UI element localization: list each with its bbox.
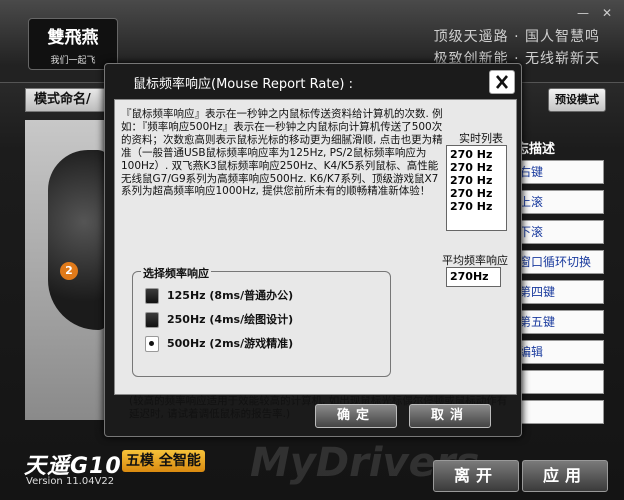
rate-description: 『鼠标频率响应』表示在一秒钟之内鼠标传送资料给计算机的次数. 例如：『频率响应5… xyxy=(121,108,443,198)
function-item-button-5[interactable]: 第五键 xyxy=(514,310,604,334)
leave-button[interactable]: 离开 xyxy=(433,460,519,492)
product-tag: 五模 全智能 xyxy=(122,450,205,472)
version-text: Version 11.04V22 xyxy=(26,476,115,487)
dialog-body: 『鼠标频率响应』表示在一秒钟之内鼠标传送资料给计算机的次数. 例如：『频率响应5… xyxy=(114,99,517,420)
logo-main-text: 雙飛燕 xyxy=(47,28,99,48)
function-item-scroll-down[interactable]: 下滚 xyxy=(514,220,604,244)
function-item-right-click[interactable]: 右键 xyxy=(514,160,604,184)
radio-button-selected[interactable] xyxy=(145,336,159,352)
dialog-title: 鼠标频率响应(Mouse Report Rate) : xyxy=(133,77,354,92)
mouse-image xyxy=(48,150,108,330)
function-item-empty-2[interactable] xyxy=(514,400,604,424)
list-item: 270 Hz xyxy=(450,174,493,187)
radio-button[interactable] xyxy=(145,312,159,328)
mouse-button-badge[interactable]: 2 xyxy=(60,262,78,280)
ok-button[interactable]: 确定 xyxy=(315,404,397,428)
brand-logo: 雙飛燕 我们一起飞 xyxy=(28,18,118,70)
function-item-scroll-up[interactable]: 上滚 xyxy=(514,190,604,214)
close-icon xyxy=(496,75,508,89)
preset-mode-button[interactable]: 预设模式 xyxy=(548,88,606,112)
function-item-button-4[interactable]: 第四键 xyxy=(514,280,604,304)
list-item: 270 Hz xyxy=(450,200,493,213)
cancel-button[interactable]: 取消 xyxy=(409,404,491,428)
rate-option-label: 250Hz (4ms/绘图设计) xyxy=(167,313,294,326)
dialog-close-button[interactable] xyxy=(489,70,515,94)
average-rate-label: 平均频率响应 xyxy=(442,254,508,267)
list-item: 270 Hz xyxy=(450,161,493,174)
function-item-empty-1[interactable] xyxy=(514,370,604,394)
realtime-list[interactable]: 270 Hz 270 Hz 270 Hz 270 Hz 270 Hz xyxy=(446,145,507,231)
radio-button[interactable] xyxy=(145,288,159,304)
slogan-line-1: 顶级天遥路 · 国人智慧鸣 xyxy=(433,29,600,45)
report-rate-dialog: 鼠标频率响应(Mouse Report Rate) : 『鼠标频率响应』表示在一… xyxy=(104,63,522,437)
rate-option-label: 125Hz (8ms/普通办公) xyxy=(167,289,294,302)
list-item: 270 Hz xyxy=(450,148,493,161)
average-rate-field: 270Hz xyxy=(446,267,501,287)
realtime-list-label: 实时列表 xyxy=(459,132,503,145)
list-item: 270 Hz xyxy=(450,187,493,200)
rate-option-label: 500Hz (2ms/游戏精准) xyxy=(167,337,294,350)
function-item-edit[interactable]: 编辑 xyxy=(514,340,604,364)
window-close-icon[interactable]: ✕ xyxy=(598,6,616,20)
function-item-window-cycle[interactable]: 窗口循环切换 xyxy=(514,250,604,274)
rate-select-group-title: 选择频率响应 xyxy=(141,265,211,281)
minimize-icon[interactable]: — xyxy=(574,6,592,20)
apply-button[interactable]: 应用 xyxy=(522,460,608,492)
